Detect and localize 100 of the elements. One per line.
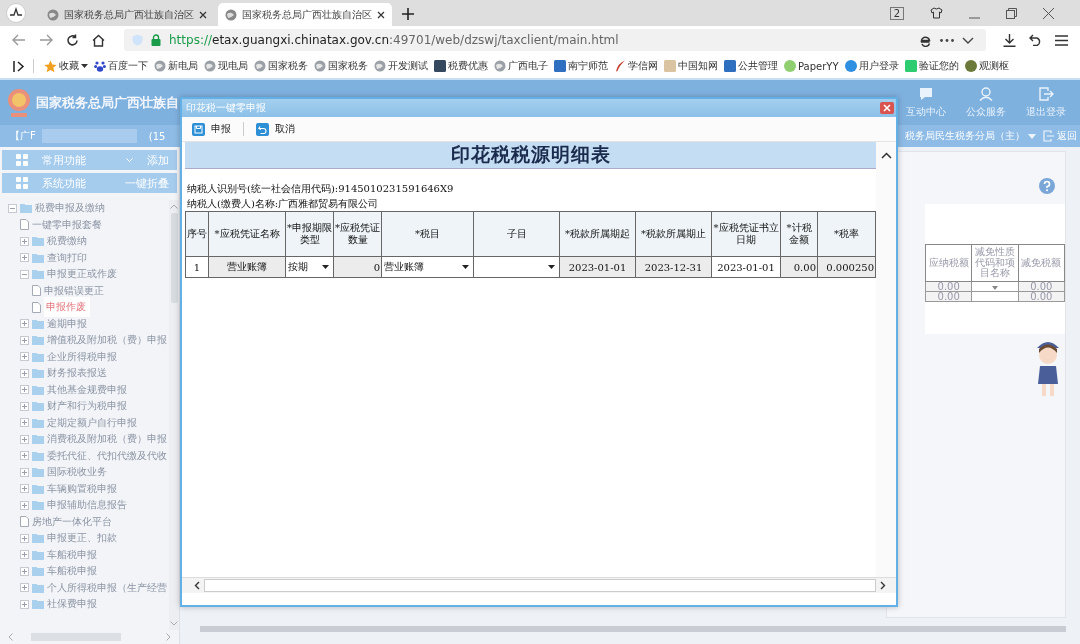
tree-toggle[interactable] [20, 385, 29, 395]
bookmark-link[interactable]: PaperYY [782, 60, 841, 72]
favorites-menu[interactable]: 收藏 [42, 59, 90, 73]
tree-toggle[interactable] [20, 484, 29, 494]
chevron-up-icon[interactable] [880, 152, 892, 159]
tree-toggle[interactable] [20, 434, 29, 444]
reload-icon[interactable] [66, 33, 79, 47]
tree-toggle[interactable] [20, 583, 29, 593]
chevron-down-icon[interactable] [962, 36, 974, 44]
bookmark-link[interactable]: 公共管理 [722, 59, 780, 73]
tree-item[interactable]: 申报错误更正 [44, 283, 104, 298]
dropdown-field[interactable] [474, 257, 559, 277]
tree-toggle[interactable] [20, 368, 29, 378]
scrollbar[interactable] [182, 577, 896, 593]
chevron-right-icon[interactable] [880, 581, 886, 590]
scrollbar-thumb[interactable] [170, 213, 178, 303]
dropdown-field[interactable]: 按期 [286, 257, 333, 277]
tree-item[interactable]: 定期定额户自行申报 [47, 415, 137, 430]
tree-item[interactable]: 查询打印 [47, 250, 87, 265]
ie-icon[interactable] [919, 33, 932, 47]
tree-item[interactable]: 车船税申报 [47, 564, 97, 579]
tree-toggle[interactable] [20, 319, 29, 329]
table-cell[interactable] [971, 281, 1019, 291]
tree-item[interactable]: 国际税收业务 [47, 465, 107, 480]
toolbar-button[interactable]: 取消 [256, 122, 295, 136]
tree-toggle[interactable] [20, 352, 29, 362]
menu-icon[interactable] [1055, 34, 1068, 46]
tree-toggle[interactable] [20, 269, 29, 279]
scrollbar[interactable] [876, 142, 896, 577]
tree-toggle[interactable] [20, 500, 29, 510]
bookmark-link[interactable]: 现电局 [202, 59, 250, 73]
close-icon[interactable] [1043, 8, 1054, 19]
tree-toggle[interactable] [20, 533, 29, 543]
tree-item[interactable]: 社保费申报 [47, 597, 97, 612]
tree-toggle[interactable] [20, 550, 29, 560]
organization-dropdown[interactable]: 税务局民生税务分局（主） [905, 129, 1036, 143]
bookmark-link[interactable]: 观测枢 [962, 59, 1011, 73]
tree-item[interactable]: 车辆购置税申报 [47, 481, 117, 496]
home-icon[interactable] [92, 33, 105, 47]
chevron-left-icon[interactable] [194, 581, 200, 590]
shirt-icon[interactable] [930, 7, 943, 19]
tree-toggle[interactable] [20, 418, 29, 428]
tab-count[interactable]: 2 [889, 7, 904, 20]
tree-item[interactable]: 企业所得税申报 [47, 349, 117, 364]
tree-item[interactable]: 房地产一体化平台 [32, 514, 112, 529]
bookmark-link[interactable]: 开发测试 [372, 59, 430, 73]
bookmark-link[interactable]: 南宁师范 [552, 59, 610, 73]
tree-toggle[interactable] [20, 467, 29, 477]
tree-toggle[interactable] [20, 566, 29, 576]
back-icon[interactable] [12, 34, 26, 46]
tree-item[interactable]: 财产和行为税申报 [47, 399, 127, 414]
back-link[interactable]: 返回 [1043, 129, 1077, 143]
more-icon[interactable] [940, 38, 954, 42]
tree-toggle[interactable] [20, 253, 29, 263]
tree-toggle[interactable] [20, 451, 29, 461]
tree-item[interactable]: 税费申报及缴纳 [35, 201, 105, 216]
download-icon[interactable] [1003, 33, 1016, 47]
tree-item[interactable]: 车船税申报 [47, 547, 97, 562]
sidebar-panel-header[interactable]: 常用功能 添加 [2, 150, 177, 170]
tree-item[interactable]: 税费缴纳 [47, 234, 87, 249]
header-link[interactable]: 互动中心 [906, 86, 946, 119]
tree-item[interactable]: 个人所得税申报（生产经营 [47, 580, 167, 595]
forward-icon[interactable] [39, 34, 53, 46]
address-field[interactable]: https://etax.guangxi.chinatax.gov.cn:49701/web/dzswj/taxclient/main.html [124, 29, 986, 51]
browser-logo-icon[interactable] [6, 3, 26, 23]
scrollbar-thumb[interactable] [204, 579, 876, 592]
bookmark-link[interactable]: 国家税务 [312, 59, 370, 73]
browser-tab[interactable]: 国家税务总局广西壮族自治区 [218, 3, 392, 26]
dropdown-field[interactable]: 营业账簿 [382, 257, 473, 277]
tree-item[interactable]: 申报更正或作废 [47, 267, 117, 282]
bookmark-link[interactable]: 用户登录 [842, 59, 901, 73]
bookmark-link[interactable]: 百度一下 [92, 59, 150, 73]
restore-icon[interactable] [1006, 8, 1017, 19]
sidebar-panel-header[interactable]: 系统功能 一键折叠 [2, 173, 177, 193]
close-icon[interactable] [199, 10, 207, 19]
tree-item[interactable]: 申报辅助信息报告 [47, 498, 127, 513]
scrollbar-thumb[interactable] [200, 626, 1066, 632]
tree-toggle[interactable] [8, 203, 17, 213]
panel-action[interactable]: 添加 [147, 152, 169, 168]
close-icon[interactable] [377, 10, 385, 19]
bookmark-link[interactable]: 国家税务 [252, 59, 310, 73]
panel-action[interactable]: 一键折叠 [125, 175, 169, 191]
undo-icon[interactable] [1029, 34, 1042, 46]
tree-item[interactable]: 一键零申报套餐 [32, 217, 102, 232]
tree-item[interactable]: 消费税及附加税（费）申报 [47, 432, 167, 447]
bookmark-link[interactable]: 学信网 [612, 59, 660, 73]
tree-item[interactable]: 财务报表报送 [47, 366, 107, 381]
tree-item[interactable]: 逾期申报 [47, 316, 87, 331]
header-link[interactable]: 退出登录 [1026, 86, 1066, 119]
toolbar-button[interactable]: 申报 [192, 122, 231, 136]
tree-item[interactable]: 委托代征、代扣代缴及代收 [47, 448, 167, 463]
help-icon[interactable] [1039, 178, 1055, 194]
tree-toggle[interactable] [20, 335, 29, 345]
scrollbar[interactable] [169, 200, 179, 630]
bookmark-link[interactable]: 验证您的 [902, 59, 961, 73]
tree-toggle[interactable] [20, 401, 29, 411]
header-link[interactable]: 公众服务 [966, 86, 1006, 119]
tree-item[interactable]: 其他基金规费申报 [47, 382, 127, 397]
bookmark-link[interactable]: 广西电子 [492, 59, 550, 73]
sidebar-toggle-icon[interactable] [13, 60, 25, 72]
